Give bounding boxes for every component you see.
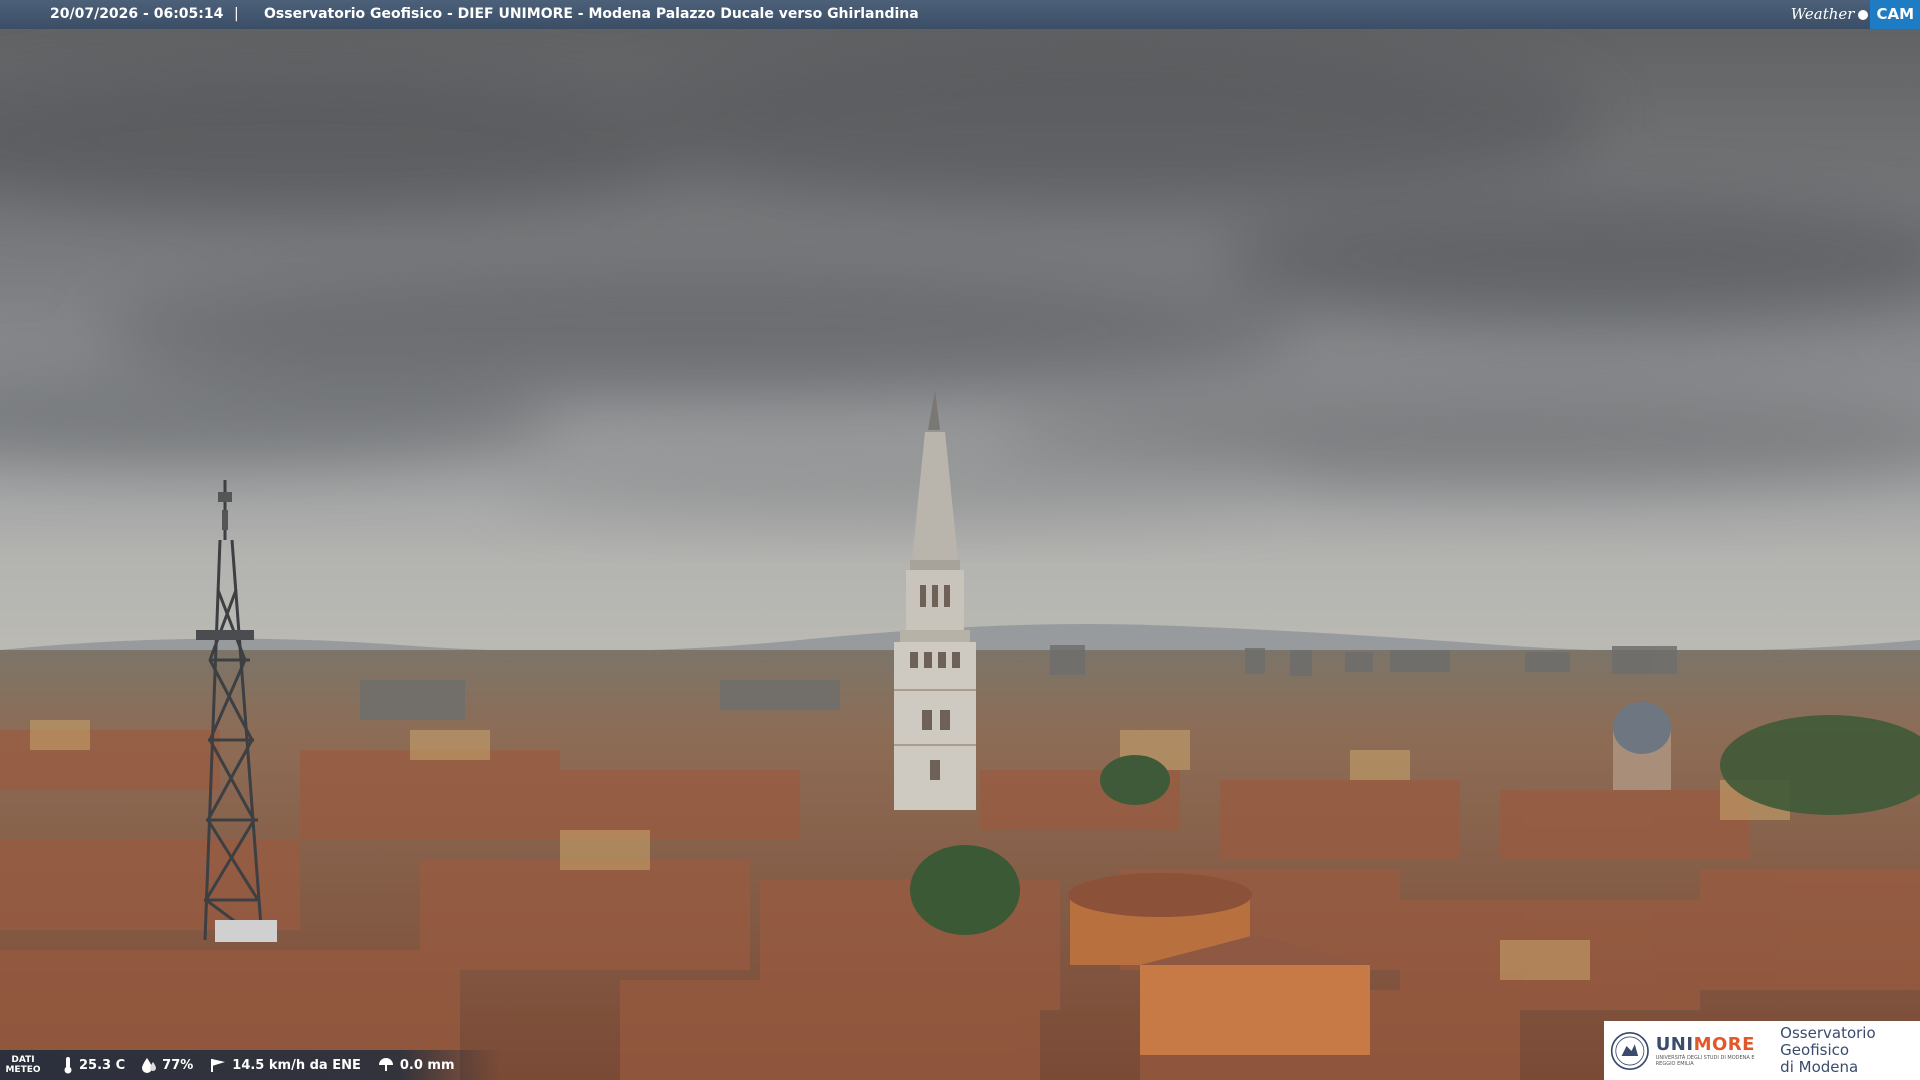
temperature-reading: 25.3 C bbox=[62, 1056, 125, 1074]
temperature-value: 25.3 C bbox=[79, 1057, 126, 1073]
brand-dot-icon bbox=[1858, 9, 1869, 20]
humidity-drop-icon bbox=[142, 1058, 157, 1073]
brand-weather-text: Weather bbox=[1790, 5, 1855, 23]
unimore-subtitle: UNIVERSITÀ DEGLI STUDI DI MODENA E REGGI… bbox=[1655, 1055, 1755, 1067]
title-bar: 20/07/2026 - 06:05:14 | Osservatorio Geo… bbox=[0, 0, 1920, 29]
humidity-value: 77% bbox=[162, 1057, 194, 1073]
thermometer-icon bbox=[64, 1057, 72, 1074]
observatory-name: Osservatorio Geofisico di Modena bbox=[1780, 1024, 1876, 1076]
brand-cam-text: CAM bbox=[1870, 0, 1920, 29]
weathercam-logo: Weather CAM bbox=[1791, 0, 1920, 29]
unimore-logo-panel: UNIMORE UNIVERSITÀ DEGLI STUDI DI MODENA… bbox=[1604, 1021, 1920, 1080]
webcam-image bbox=[0, 0, 1920, 1080]
wind-value: 14.5 km/h da ENE bbox=[232, 1057, 361, 1073]
meteo-label: DATI METEO bbox=[5, 1055, 41, 1075]
unimore-wordmark: UNIMORE UNIVERSITÀ DEGLI STUDI DI MODENA… bbox=[1656, 1034, 1770, 1067]
timestamp: 20/07/2026 - 06:05:14 bbox=[50, 6, 224, 22]
rain-reading: 0.0 mm bbox=[377, 1057, 455, 1073]
weather-data-bar: DATI METEO 25.3 C 77% 14.5 km/h da ENE 0… bbox=[0, 1050, 500, 1080]
humidity-reading: 77% bbox=[141, 1057, 193, 1073]
antenna-tower bbox=[196, 480, 277, 942]
ghirlandina-tower bbox=[894, 390, 976, 810]
rain-gauge-icon bbox=[378, 1058, 393, 1071]
university-seal-icon bbox=[1610, 1031, 1649, 1070]
camera-title: Osservatorio Geofisico - DIEF UNIMORE - … bbox=[264, 6, 919, 22]
separator: | bbox=[234, 6, 239, 22]
wind-reading: 14.5 km/h da ENE bbox=[209, 1057, 361, 1073]
rain-value: 0.0 mm bbox=[399, 1057, 455, 1073]
wind-vane-icon bbox=[211, 1059, 226, 1072]
